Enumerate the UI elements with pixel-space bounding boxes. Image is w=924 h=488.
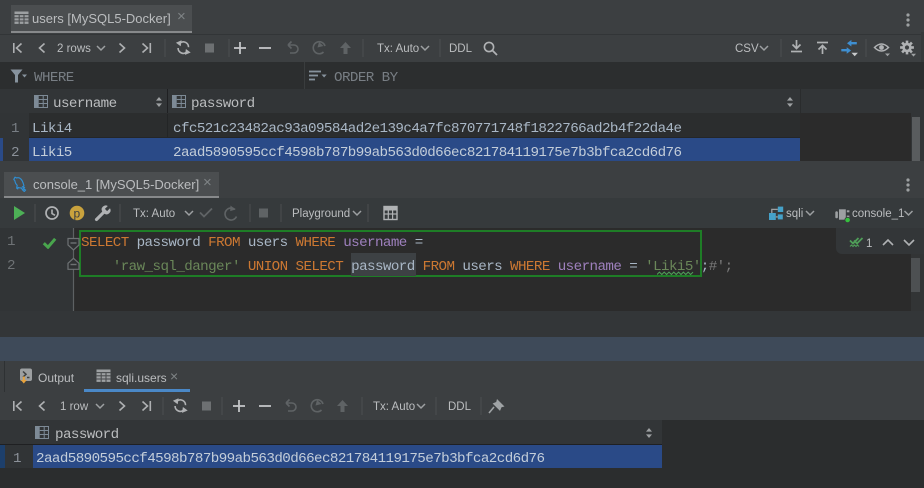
svg-text:2 rows: 2 rows	[57, 43, 91, 55]
svg-text:p: p	[74, 207, 81, 221]
svg-text:CSV: CSV	[735, 43, 759, 55]
svg-text:Tx: Auto: Tx: Auto	[133, 208, 175, 220]
svg-text:console_1: console_1	[852, 208, 904, 220]
svg-text:Playground: Playground	[292, 208, 350, 220]
svg-text:1 row: 1 row	[60, 401, 89, 413]
svg-text:1: 1	[866, 238, 872, 250]
svg-text:Tx: Auto: Tx: Auto	[377, 43, 419, 55]
svg-text:Tx: Auto: Tx: Auto	[373, 401, 415, 413]
svg-text:DDL: DDL	[448, 401, 472, 413]
svg-text:sqli: sqli	[786, 208, 803, 220]
svg-text:DDL: DDL	[449, 43, 473, 55]
